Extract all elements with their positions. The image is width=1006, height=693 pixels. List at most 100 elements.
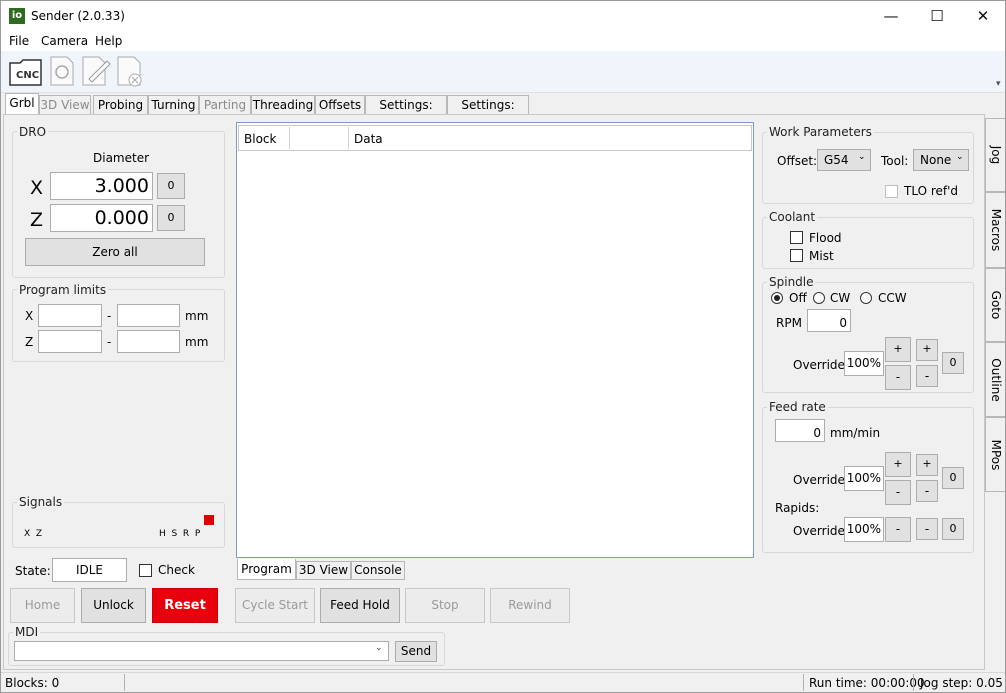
limit-z-min-input[interactable] — [38, 330, 102, 353]
feed-override-label: Override — [793, 473, 845, 487]
column-divider — [289, 127, 290, 149]
menu-help[interactable]: Help — [95, 34, 122, 48]
tab-threading[interactable]: Threading — [251, 95, 315, 115]
menu-file[interactable]: File — [9, 34, 29, 48]
dro-z-axis-label: Z — [30, 209, 44, 231]
column-data[interactable]: Data — [354, 132, 383, 146]
tab-3d-view[interactable]: 3D View — [39, 95, 91, 115]
zero-x-button[interactable]: 0 — [157, 173, 185, 199]
limit-z-max-input[interactable] — [117, 330, 180, 353]
side-tab-goto-label: Goto — [989, 290, 1003, 320]
tlo-label: TLO ref'd — [904, 184, 959, 198]
status-blocks: Blocks: 0 — [5, 676, 60, 690]
feed-override-fine-minus-button[interactable]: - — [916, 480, 938, 502]
rapids-minus-button[interactable]: - — [885, 517, 911, 542]
side-tab-outline[interactable]: Outline — [985, 342, 1005, 417]
limit-x-max-input[interactable] — [117, 304, 180, 327]
dro-z-value[interactable]: 0.000 — [50, 204, 153, 232]
close-button[interactable]: ✕ — [960, 1, 1005, 31]
tab-program-3d-view[interactable]: 3D View — [296, 561, 351, 580]
feed-hold-button[interactable]: Feed Hold — [320, 588, 400, 623]
zero-all-button[interactable]: Zero all — [25, 238, 205, 266]
app-window: io Sender (2.0.33) — ☐ ✕ File Camera Hel… — [0, 0, 1006, 693]
tab-probing[interactable]: Probing — [93, 95, 148, 115]
spindle-override-fine-minus-button[interactable]: - — [916, 365, 938, 387]
tab-program[interactable]: Program — [237, 559, 296, 580]
rapids-reset-button[interactable]: 0 — [942, 518, 964, 540]
feed-override-plus-button[interactable]: + — [885, 452, 911, 477]
mdi-send-button[interactable]: Send — [395, 641, 437, 662]
rpm-input[interactable]: 0 — [807, 309, 851, 332]
maximize-button[interactable]: ☐ — [914, 1, 960, 31]
zero-z-button[interactable]: 0 — [157, 205, 185, 231]
tab-console[interactable]: Console — [351, 561, 405, 580]
tab-grbl[interactable]: Grbl — [5, 93, 39, 116]
spindle-override-fine-plus-button[interactable]: + — [916, 339, 938, 361]
feed-override-minus-button[interactable]: - — [885, 480, 911, 505]
minimize-button[interactable]: — — [868, 1, 914, 31]
tool-chevron-down-icon: ⌄ — [956, 152, 964, 162]
spindle-ccw-label: CCW — [878, 291, 907, 305]
unlock-button[interactable]: Unlock — [81, 588, 146, 623]
menu-camera[interactable]: Camera — [41, 34, 88, 48]
limit-z-dash: - — [107, 335, 112, 349]
spindle-override-minus-button[interactable]: - — [885, 365, 911, 390]
tab-offsets[interactable]: Offsets — [315, 95, 365, 115]
mdi-input[interactable] — [14, 641, 389, 661]
signals-inputs: H S R P — [159, 529, 201, 539]
spindle-off-label: Off — [789, 291, 807, 305]
limit-x-label: X — [25, 309, 34, 323]
offset-chevron-down-icon: ⌄ — [858, 152, 866, 162]
tab-parting[interactable]: Parting — [199, 95, 251, 115]
status-separator — [124, 674, 125, 691]
svg-text:CNC: CNC — [16, 70, 39, 81]
close-file-button[interactable] — [114, 53, 150, 89]
dro-x-value[interactable]: 3.000 — [50, 172, 153, 200]
tlo-checkbox[interactable] — [885, 185, 898, 198]
tab-settings-grbl[interactable]: Settings: Grbl — [365, 95, 447, 130]
check-mode-checkbox[interactable] — [139, 564, 152, 577]
spindle-cw-radio[interactable] — [813, 292, 825, 304]
rapids-override-label: Override — [793, 524, 845, 538]
toolbar-overflow-icon[interactable]: ▾ — [996, 79, 1001, 89]
mist-checkbox[interactable] — [790, 249, 803, 262]
side-tab-mpos[interactable]: MPos — [985, 417, 1005, 492]
side-tab-jog[interactable]: Jog — [985, 118, 1005, 192]
reset-button[interactable]: Reset — [152, 588, 218, 623]
menu-bar — [1, 31, 1005, 51]
state-value: IDLE — [52, 558, 127, 582]
limit-x-min-input[interactable] — [38, 304, 102, 327]
rewind-button[interactable]: Rewind — [490, 588, 570, 623]
flood-checkbox[interactable] — [790, 231, 803, 244]
spindle-ccw-radio[interactable] — [860, 292, 872, 304]
pencil-icon — [82, 56, 111, 86]
rapids-fine-minus-button[interactable]: - — [916, 518, 938, 540]
tab-turning[interactable]: Turning — [148, 95, 199, 115]
stop-button[interactable]: Stop — [405, 588, 485, 623]
rpm-label: RPM — [776, 316, 802, 330]
feed-rate-value: 0 — [775, 419, 825, 442]
reload-icon — [50, 56, 74, 86]
mdi-dropdown-chevron-icon[interactable]: ⌄ — [375, 643, 383, 653]
edit-button[interactable] — [79, 53, 115, 89]
column-divider — [348, 127, 349, 149]
tab-settings-app[interactable]: Settings: App — [447, 95, 529, 130]
side-tab-goto[interactable]: Goto — [985, 268, 1005, 342]
open-cnc-file-button[interactable]: CNC — [8, 53, 44, 89]
limit-x-unit: mm — [185, 309, 209, 323]
feed-override-reset-button[interactable]: 0 — [942, 467, 964, 489]
cycle-start-button[interactable]: Cycle Start — [235, 588, 315, 623]
reload-button[interactable] — [47, 53, 83, 89]
feed-override-fine-plus-button[interactable]: + — [916, 454, 938, 476]
close-file-icon — [117, 56, 142, 87]
limit-x-dash: - — [107, 309, 112, 323]
program-grid[interactable] — [236, 122, 754, 558]
spindle-override-plus-button[interactable]: + — [885, 337, 911, 362]
program-limits-title: Program limits — [17, 283, 109, 297]
spindle-override-reset-button[interactable]: 0 — [942, 352, 964, 374]
side-tab-macros[interactable]: Macros — [985, 192, 1005, 268]
home-button[interactable]: Home — [10, 588, 75, 623]
column-block[interactable]: Block — [244, 132, 276, 146]
spindle-off-radio[interactable] — [771, 292, 783, 304]
status-run-time: Run time: 00:00:00 — [809, 676, 925, 690]
